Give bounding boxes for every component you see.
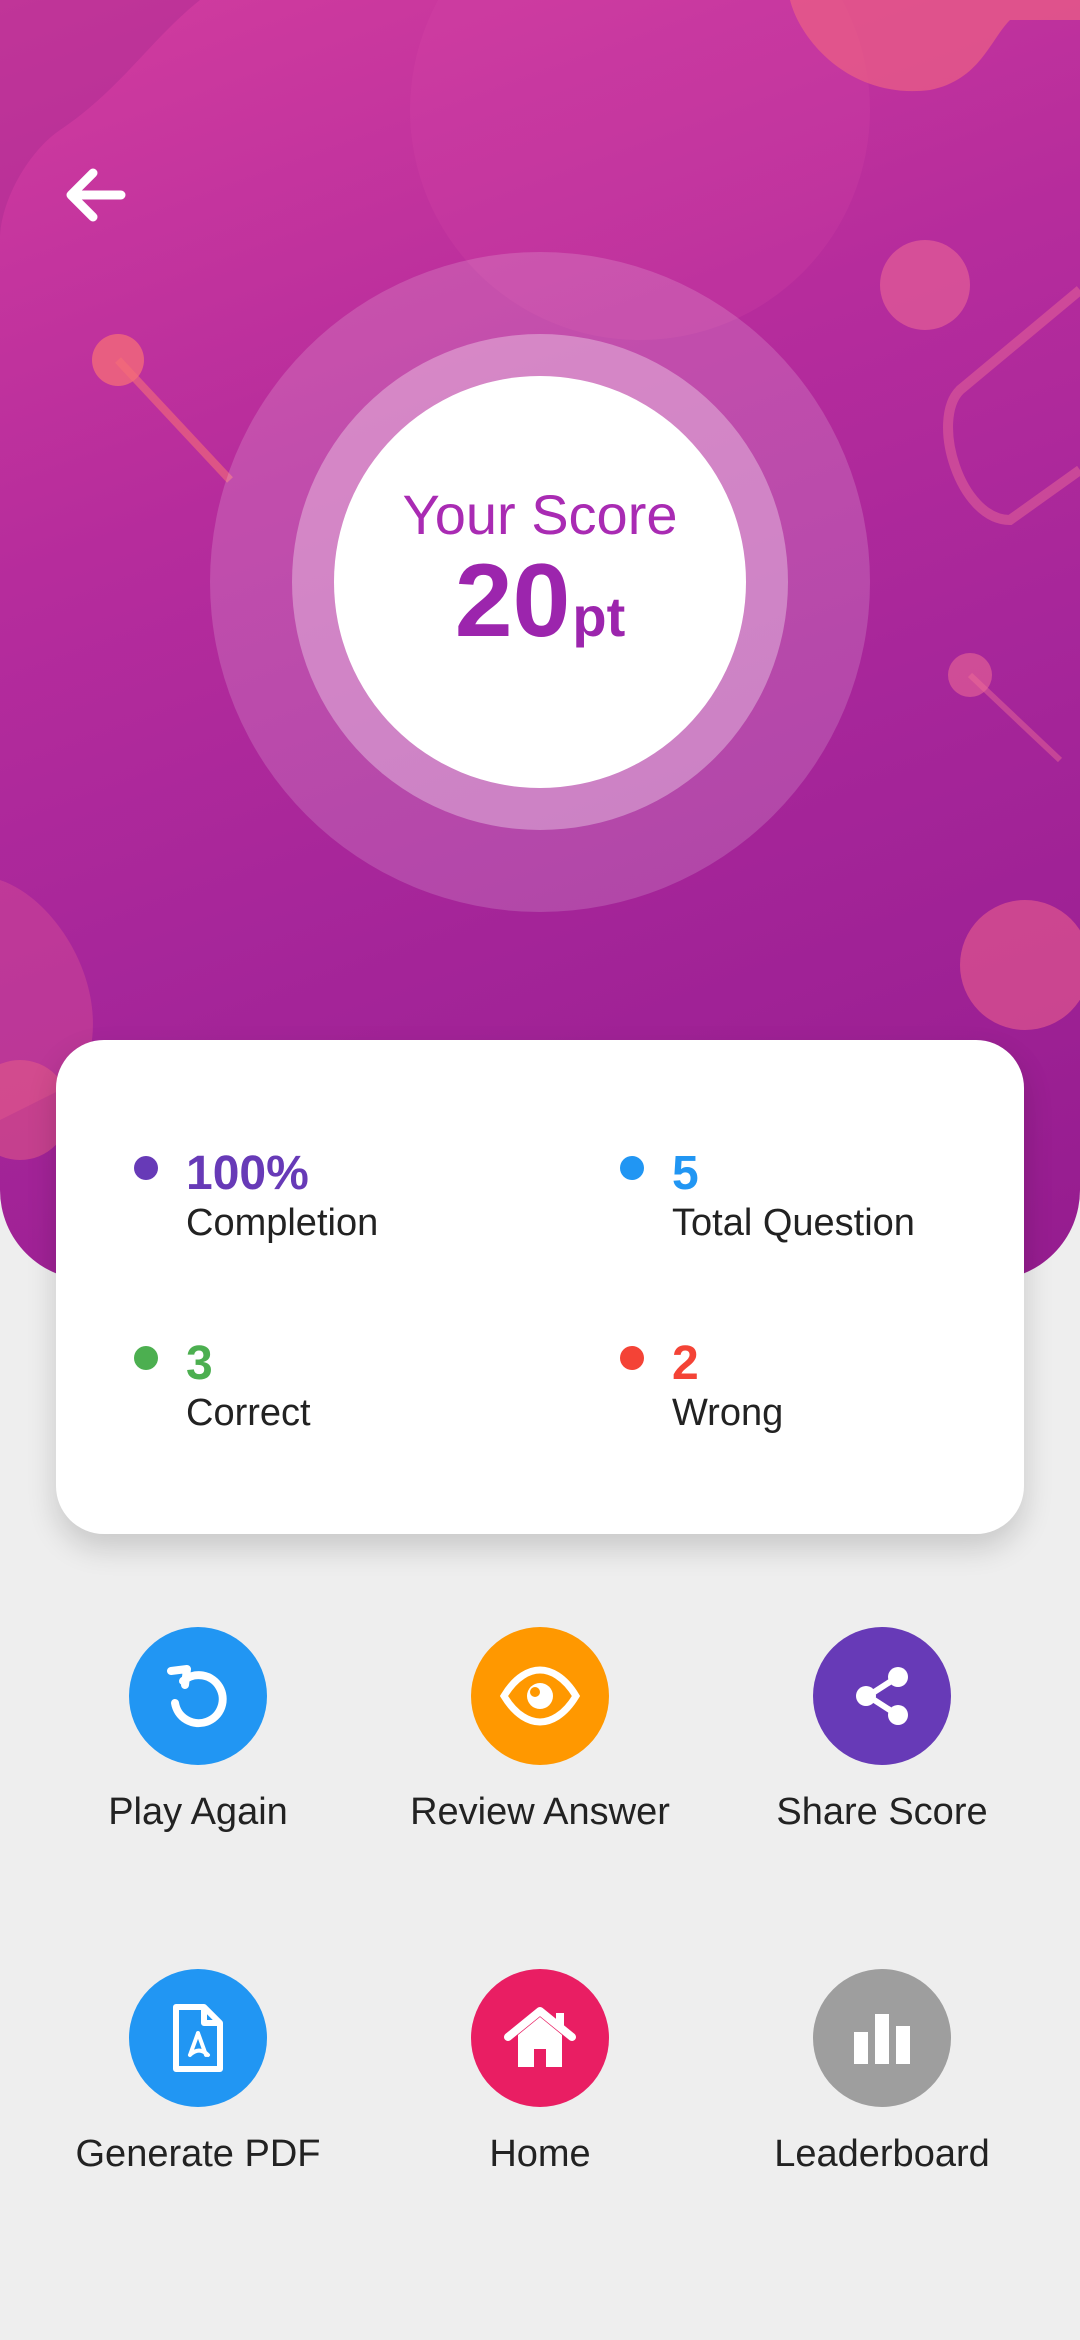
action-grid: Play Again Review Answer Share Score Gen… bbox=[0, 0, 1080, 2340]
review-answer-circle bbox=[471, 1627, 609, 1765]
review-answer-button[interactable]: Review Answer bbox=[370, 1627, 710, 1834]
generate-pdf-label: Generate PDF bbox=[75, 2133, 321, 2175]
home-label: Home bbox=[489, 2133, 591, 2175]
play-again-label: Play Again bbox=[108, 1791, 288, 1833]
generate-pdf-button[interactable]: Generate PDF bbox=[28, 1969, 368, 2176]
share-icon bbox=[856, 1667, 908, 1725]
play-again-button[interactable]: Play Again bbox=[28, 1627, 368, 1834]
home-icon bbox=[504, 2007, 576, 2067]
generate-pdf-circle bbox=[129, 1969, 267, 2107]
review-answer-label: Review Answer bbox=[410, 1791, 670, 1833]
play-again-circle bbox=[129, 1627, 267, 1765]
home-circle bbox=[471, 1969, 609, 2107]
home-button[interactable]: Home bbox=[370, 1969, 710, 2176]
share-score-label: Share Score bbox=[776, 1791, 988, 1833]
eye-icon bbox=[500, 1666, 580, 1726]
share-score-button[interactable]: Share Score bbox=[712, 1627, 1052, 1834]
leaderboard-icon bbox=[854, 2014, 910, 2064]
leaderboard-label: Leaderboard bbox=[774, 2133, 990, 2175]
share-score-circle bbox=[813, 1627, 951, 1765]
leaderboard-button[interactable]: Leaderboard bbox=[712, 1969, 1052, 2176]
leaderboard-circle bbox=[813, 1969, 951, 2107]
pdf-icon bbox=[173, 2004, 223, 2072]
replay-icon bbox=[167, 1665, 227, 1728]
